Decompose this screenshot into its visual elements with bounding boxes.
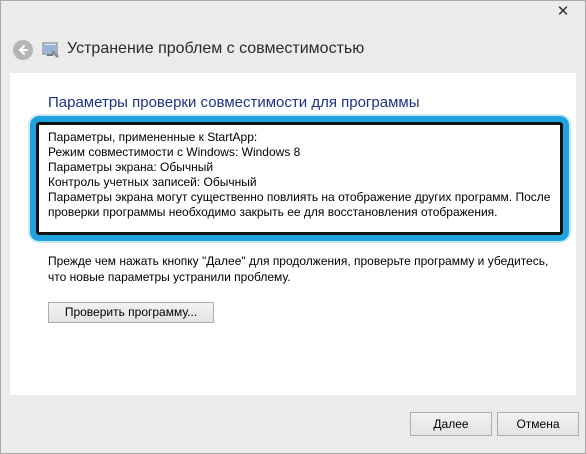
cancel-button[interactable]: Отмена: [497, 412, 579, 436]
test-program-button[interactable]: Проверить программу...: [48, 302, 214, 323]
troubleshooter-icon: [42, 42, 59, 58]
window-title: Устранение проблем с совместимостью: [67, 40, 365, 57]
troubleshooter-window: ✕ Устранение проблем с совместимостью Па…: [0, 0, 586, 454]
instruction-text: Прежде чем нажать кнопку "Далее" для про…: [48, 254, 549, 284]
close-icon: ✕: [556, 2, 570, 20]
back-button[interactable]: [13, 40, 33, 60]
close-button[interactable]: ✕: [547, 1, 579, 21]
page-heading: Параметры проверки совместимости для про…: [48, 94, 420, 111]
navigation-bar: Устранение проблем с совместимостью: [1, 29, 585, 71]
main-content: Параметры проверки совместимости для про…: [10, 73, 576, 395]
settings-applied-to: Параметры, примененные к StartApp:: [48, 130, 258, 144]
footer-bar: Далее Отмена: [1, 395, 585, 453]
compatibility-mode: Режим совместимости с Windows: Windows 8: [48, 145, 301, 159]
title-bar: ✕: [1, 1, 585, 29]
back-arrow-icon: [19, 45, 28, 55]
display-settings-note: Параметры экрана могут существенно повли…: [48, 190, 551, 219]
applied-settings: Параметры, примененные к StartApp: Режим…: [48, 130, 560, 220]
user-account-control: Контроль учетных записей: Обычный: [48, 175, 257, 189]
next-button[interactable]: Далее: [410, 412, 492, 436]
display-settings: Параметры экрана: Обычный: [48, 160, 214, 174]
